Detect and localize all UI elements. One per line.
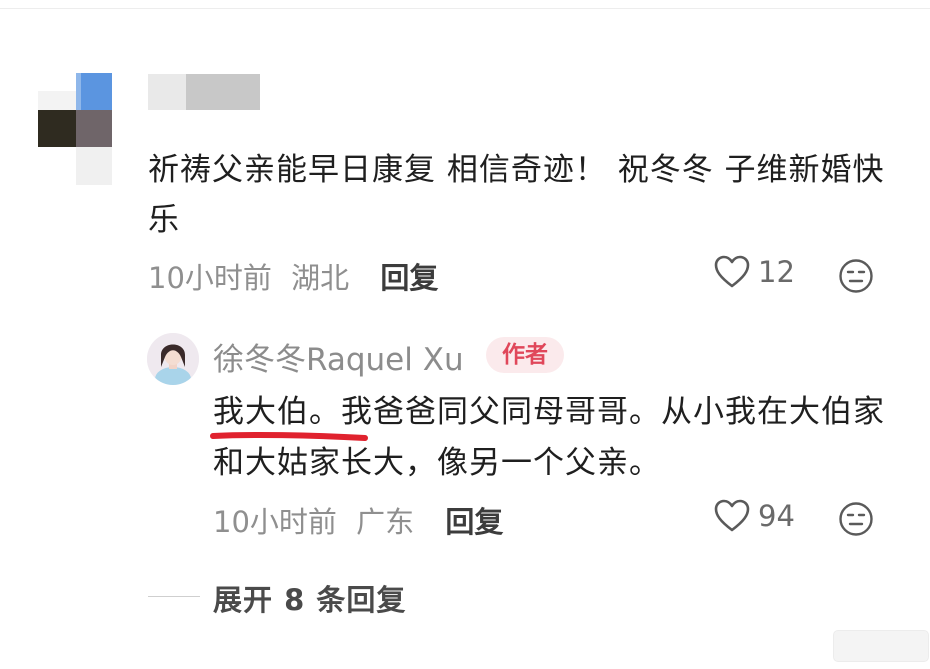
smiley-icon — [838, 501, 874, 537]
reply-time: 10小时前 — [213, 505, 337, 539]
comment-text: 祈祷父亲能早日康复 相信奇迹！ 祝冬冬 子维新婚快乐 — [148, 152, 885, 238]
heart-icon — [714, 499, 750, 533]
comment-location: 湖北 — [291, 261, 350, 295]
reply-reply-button[interactable]: 回复 — [445, 505, 503, 539]
author-username[interactable]: 徐冬冬Raquel Xu — [213, 334, 464, 379]
author-badge: 作者 — [486, 337, 564, 373]
reply-emoji-react-button[interactable] — [838, 501, 874, 537]
expand-divider — [148, 596, 200, 597]
author-avatar[interactable] — [147, 333, 199, 385]
top-divider — [0, 8, 930, 9]
heart-icon — [714, 255, 750, 289]
emoji-react-button[interactable] — [838, 258, 874, 294]
smiley-icon — [838, 258, 874, 294]
comment-reply-button[interactable]: 回复 — [380, 261, 438, 295]
red-underline-annotation — [210, 431, 368, 441]
commenter-avatar[interactable] — [38, 73, 112, 185]
comment-like-count: 12 — [758, 255, 795, 289]
reply-like-count: 94 — [758, 499, 795, 533]
comment-time: 10小时前 — [148, 261, 272, 295]
comment-meta: 10小时前 湖北 回复 — [148, 255, 438, 297]
comment-like-button[interactable]: 12 — [714, 255, 795, 289]
commenter-name-redacted[interactable] — [148, 74, 260, 110]
expand-replies-button[interactable]: 展开 8 条回复 — [213, 577, 406, 619]
reply-location: 广东 — [356, 505, 415, 539]
reply-like-button[interactable]: 94 — [714, 499, 795, 533]
watermark-logo — [833, 630, 929, 662]
reply-meta: 10小时前 广东 回复 — [213, 499, 503, 541]
